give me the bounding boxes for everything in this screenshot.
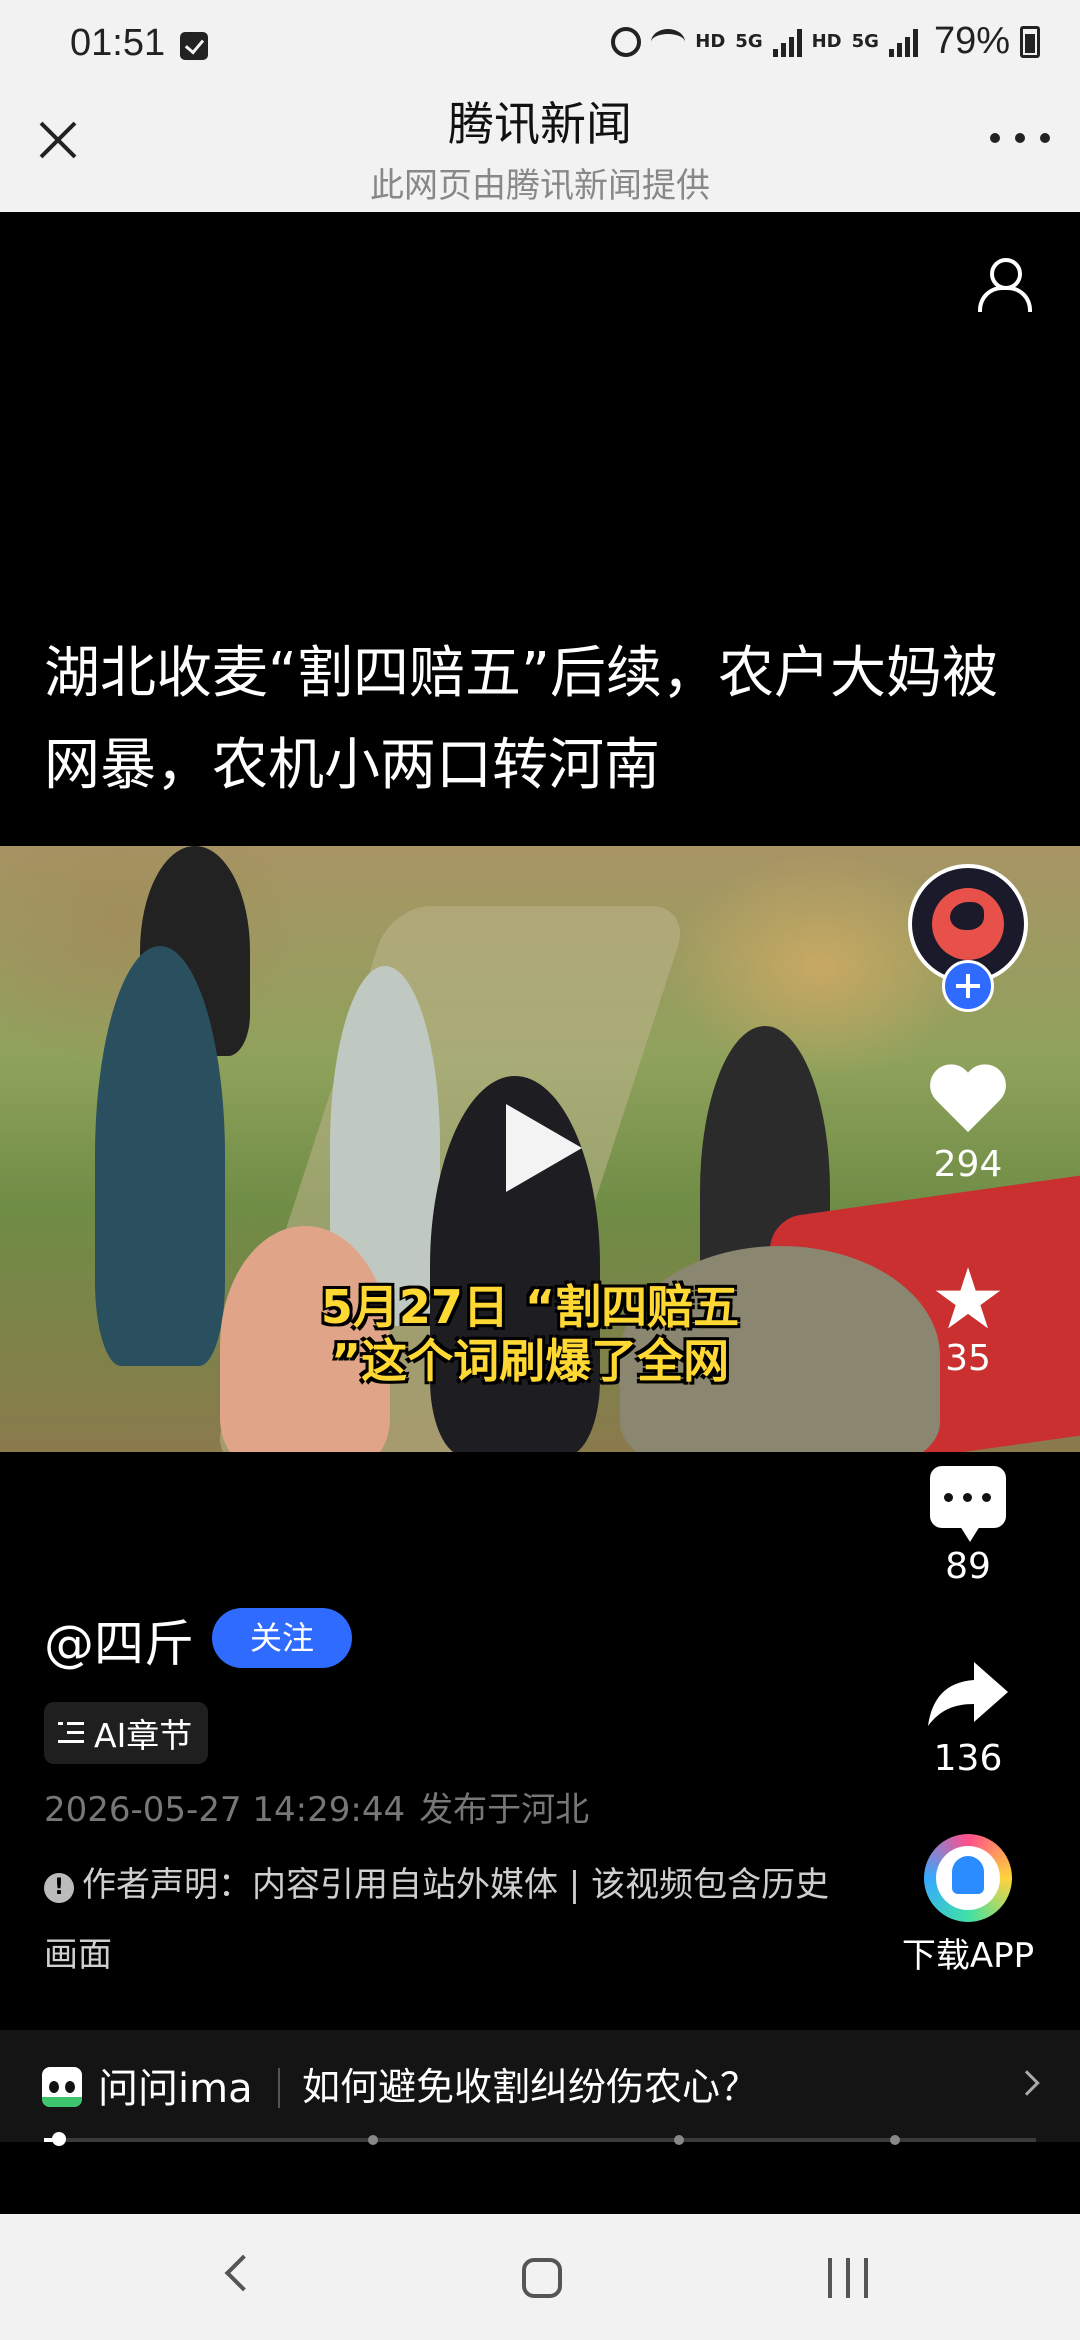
ima-question: 如何避免收割纠纷伤农心？ bbox=[302, 2065, 759, 2109]
publish-time: 2026-05-27 14:29:44 bbox=[44, 1790, 406, 1830]
page-subtitle: 此网页由腾讯新闻提供 bbox=[370, 166, 710, 206]
disclaimer-text: 作者声明：内容引用自站外媒体 | 该视频包含历史画面 bbox=[44, 1865, 830, 1975]
video-progress-handle[interactable] bbox=[51, 2132, 66, 2146]
network-label: 5G bbox=[851, 31, 879, 52]
author-disclaimer: ! 作者声明：内容引用自站外媒体 | 该视频包含历史画面 bbox=[44, 1850, 844, 1990]
comment-icon bbox=[930, 1466, 1006, 1542]
publish-info: 2026-05-27 14:29:44 发布于河北 bbox=[44, 1782, 603, 1831]
favorite-count: 35 bbox=[945, 1338, 991, 1379]
back-icon[interactable] bbox=[224, 2254, 262, 2292]
signal-icon bbox=[772, 27, 802, 57]
hd-label: HD bbox=[695, 31, 726, 52]
system-nav-bar bbox=[0, 2214, 1080, 2340]
plus-icon[interactable] bbox=[942, 960, 994, 1012]
page-title: 腾讯新闻 bbox=[448, 97, 632, 151]
follow-button[interactable]: 关注 bbox=[212, 1608, 352, 1668]
caption-line: 5月27日 “割四赔五 bbox=[320, 1280, 740, 1334]
comment-count: 89 bbox=[945, 1546, 991, 1587]
warning-icon: ! bbox=[44, 1873, 74, 1903]
comment-button[interactable]: 89 bbox=[900, 1466, 1036, 1587]
share-button[interactable]: 136 bbox=[900, 1658, 1036, 1779]
like-count: 294 bbox=[933, 1144, 1003, 1185]
signal-icon bbox=[888, 27, 918, 57]
star-icon: ★ bbox=[930, 1250, 1006, 1348]
ai-chapter-label: AI章节 bbox=[94, 1716, 193, 1755]
status-time: 01:51 bbox=[70, 22, 166, 64]
battery-icon bbox=[1020, 25, 1040, 58]
caption-line: ”这个词刷爆了全网 bbox=[330, 1334, 730, 1388]
article-title: 湖北收麦“割四赔五”后续，农户大妈被网暴，农机小两口转河南 bbox=[44, 641, 999, 798]
home-icon[interactable] bbox=[522, 2258, 562, 2298]
status-bar: 01:51 HD 5G HD 5G 79% bbox=[0, 0, 1080, 88]
download-app-label: 下载APP bbox=[901, 1936, 1035, 1976]
wifi-icon bbox=[651, 28, 686, 55]
video-caption: 5月27日 “割四赔五 ”这个词刷爆了全网 bbox=[260, 1280, 800, 1388]
ai-chapter-button[interactable]: AI章节 bbox=[44, 1702, 209, 1764]
profile-icon[interactable] bbox=[976, 258, 1032, 312]
app-header: 腾讯新闻 此网页由腾讯新闻提供 bbox=[0, 88, 1080, 212]
bird-icon bbox=[950, 902, 984, 930]
status-indicators: HD 5G HD 5G 79% bbox=[611, 20, 1040, 63]
more-icon[interactable] bbox=[990, 128, 1050, 148]
download-app-button[interactable]: 下载APP bbox=[900, 1834, 1036, 1977]
chapter-marker bbox=[368, 2135, 378, 2145]
video-progress-bar[interactable] bbox=[44, 2138, 1036, 2142]
app-icon bbox=[924, 1834, 1012, 1922]
author-name[interactable]: @四斤 bbox=[44, 1604, 194, 1676]
like-button[interactable]: 294 bbox=[900, 1066, 1036, 1185]
ima-label: 问问ima bbox=[98, 2066, 253, 2112]
chapter-marker bbox=[674, 2135, 684, 2145]
share-icon bbox=[928, 1662, 1008, 1726]
chevron-right-icon bbox=[1014, 2070, 1040, 2096]
chapter-marker bbox=[890, 2135, 900, 2145]
divider bbox=[278, 2068, 280, 2108]
check-icon bbox=[180, 32, 208, 60]
recent-apps-icon[interactable] bbox=[828, 2258, 868, 2298]
video-figure bbox=[95, 946, 225, 1366]
alarm-icon bbox=[611, 26, 642, 57]
battery-percent: 79% bbox=[933, 20, 1010, 62]
heart-icon bbox=[928, 1066, 1008, 1138]
network-label: 5G bbox=[735, 31, 763, 52]
favorite-button[interactable]: ★ 35 bbox=[900, 1256, 1036, 1379]
panda-icon bbox=[42, 2067, 82, 2107]
share-count: 136 bbox=[933, 1738, 1003, 1779]
publish-location: 发布于河北 bbox=[419, 1790, 590, 1830]
list-icon bbox=[58, 1722, 84, 1744]
play-icon[interactable] bbox=[506, 1104, 582, 1192]
ask-ima-bar[interactable]: 问问ima 如何避免收割纠纷伤农心？ bbox=[0, 2030, 1080, 2142]
hd-label: HD bbox=[811, 31, 842, 52]
